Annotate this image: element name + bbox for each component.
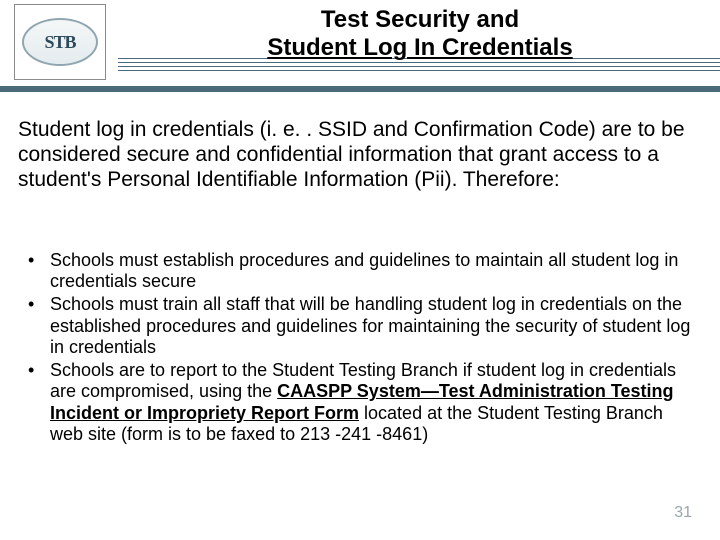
title-line-1: Test Security and — [321, 6, 519, 33]
logo-text: STB — [44, 32, 75, 53]
list-item: Schools must train all staff that will b… — [22, 294, 692, 358]
title-line-2: Student Log In Credentials — [267, 34, 572, 61]
header-rule — [0, 86, 720, 92]
page-number: 31 — [674, 504, 692, 522]
bullet-text: Schools must establish procedures and gu… — [50, 250, 678, 291]
slide: STB Test Security and Student Log In Cre… — [0, 0, 720, 540]
slide-title: Test Security and Student Log In Credent… — [140, 6, 700, 63]
intro-paragraph: Student log in credentials (i. e. . SSID… — [18, 118, 688, 192]
bullet-list: Schools must establish procedures and gu… — [22, 250, 692, 447]
list-item: Schools are to report to the Student Tes… — [22, 360, 692, 445]
bullet-text: Schools must train all staff that will b… — [50, 294, 690, 356]
logo-icon: STB — [22, 18, 98, 66]
list-item: Schools must establish procedures and gu… — [22, 250, 692, 292]
logo-container: STB — [14, 4, 106, 80]
